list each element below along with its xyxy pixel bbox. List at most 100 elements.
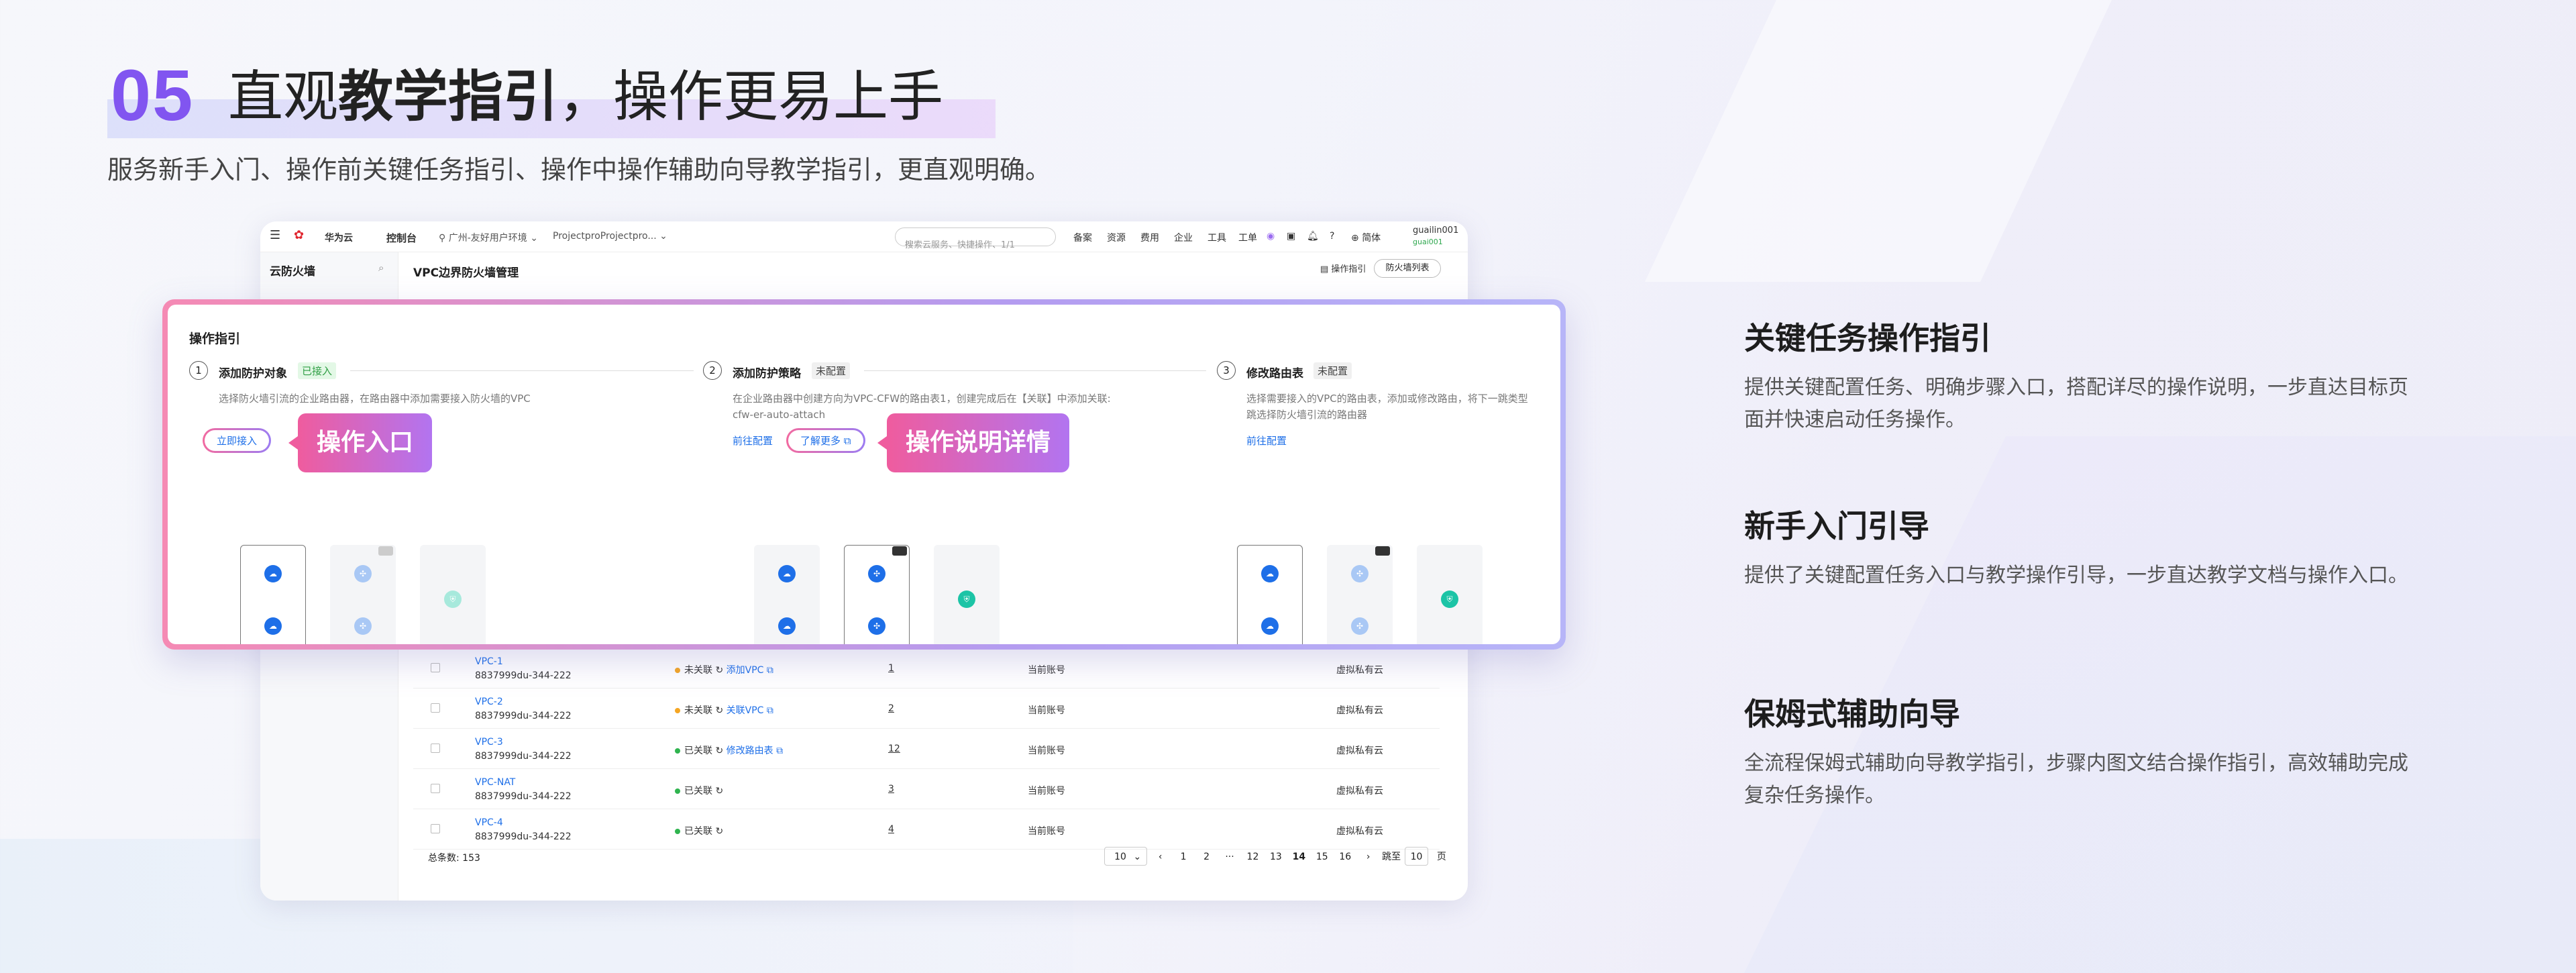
operation-guide-panel: 操作指引 1 添加防护对象 已接入 选择防火墙引流的企业路由器，在路由器中添加需… bbox=[168, 305, 1560, 644]
guide-step-2: 2 添加防护策略 未配置 在企业路由器中创建方向为VPC-CFW的路由表1，创建… bbox=[703, 361, 1220, 644]
type-cell: 虚拟私有云 bbox=[1336, 665, 1383, 676]
step-name: 添加防护对象 bbox=[219, 367, 287, 380]
status-cell: 已关联 ↻ bbox=[675, 784, 723, 797]
nav-item[interactable]: 备案 bbox=[1073, 231, 1092, 244]
refresh-icon[interactable]: ↻ bbox=[715, 665, 723, 676]
title-part: 直观 bbox=[228, 65, 339, 129]
page-link[interactable]: 15 bbox=[1312, 848, 1332, 866]
status-dot bbox=[675, 708, 680, 713]
menu-icon[interactable]: ☰ bbox=[270, 228, 280, 242]
vpc-id: 8837999du-344-222 bbox=[475, 831, 572, 842]
next-page-icon[interactable]: › bbox=[1358, 848, 1379, 866]
nav-item[interactable]: 费用 bbox=[1140, 231, 1159, 244]
jump-input[interactable]: 10 bbox=[1404, 847, 1429, 866]
console-link[interactable]: 控制台 bbox=[386, 231, 417, 245]
refresh-icon[interactable]: ↻ bbox=[715, 826, 723, 837]
row-checkbox[interactable] bbox=[431, 744, 440, 753]
count-cell[interactable]: 3 bbox=[888, 784, 894, 795]
status-label: 已关联 bbox=[684, 746, 712, 756]
page-link[interactable]: 16 bbox=[1335, 848, 1355, 866]
vpc-node-icon: ☁ bbox=[778, 617, 796, 635]
callout-entry: 操作入口 bbox=[288, 413, 433, 472]
refresh-icon[interactable]: ↻ bbox=[715, 786, 723, 797]
vpc-name-link[interactable]: VPC-NAT bbox=[475, 777, 515, 788]
row-checkbox[interactable] bbox=[431, 663, 440, 672]
status-cell: 未关联 ↻ 关联VPC ⧉ bbox=[675, 703, 773, 717]
page-link[interactable]: 13 bbox=[1266, 848, 1286, 866]
external-link-icon: ⧉ bbox=[766, 705, 773, 716]
configure-link[interactable]: 前往配置 bbox=[1246, 433, 1287, 448]
row-action-link[interactable]: 修改路由表 bbox=[727, 746, 773, 756]
page-title: 直观教学指引，操作更易上手 bbox=[228, 60, 943, 134]
vpc-name-link[interactable]: VPC-1 bbox=[475, 656, 503, 667]
user-name[interactable]: guailin001 bbox=[1413, 225, 1458, 236]
region-select[interactable]: ⚲ 广州-友好用户环境 ⌄ bbox=[439, 231, 538, 244]
feature-title: 关键任务操作指引 bbox=[1744, 320, 1991, 356]
count-cell[interactable]: 12 bbox=[888, 744, 900, 754]
project-select[interactable]: ProjectproProjectpro... ⌄ bbox=[553, 231, 667, 242]
account-cell: 当前账号 bbox=[1028, 746, 1065, 756]
feature-desc: 全流程保姆式辅助向导教学指引，步骤内图文结合操作指引，高效辅助完成复杂任务操作。 bbox=[1744, 752, 2408, 807]
step-description: 在企业路由器中创建方向为VPC-CFW的路由表1，创建完成后在【关联】中添加关联… bbox=[733, 393, 1111, 405]
refresh-icon[interactable]: ↻ bbox=[715, 746, 723, 756]
step-number: 3 bbox=[1217, 361, 1236, 380]
nav-item[interactable]: 资源 bbox=[1107, 231, 1126, 244]
jump-label: 跳至 bbox=[1382, 852, 1401, 862]
page-size-select[interactable]: 10 ⌄ bbox=[1104, 847, 1148, 866]
status-dot bbox=[675, 829, 680, 834]
vpc-name-link[interactable]: VPC-4 bbox=[475, 817, 503, 828]
cfw-node-icon: ⛨ bbox=[444, 591, 462, 608]
callout-details: 操作说明详情 bbox=[877, 413, 1070, 472]
status-label: 未关联 bbox=[684, 705, 712, 716]
page-link[interactable]: 12 bbox=[1242, 848, 1263, 866]
page-link[interactable]: 1 bbox=[1173, 848, 1193, 866]
lang-select[interactable]: ⊕ 简体 bbox=[1351, 231, 1381, 244]
vpc-name-link[interactable]: VPC-2 bbox=[475, 697, 503, 707]
page-subtitle: 服务新手入门、操作前关键任务指引、操作中操作辅助向导教学指引，更直观明确。 bbox=[107, 155, 1051, 185]
row-checkbox[interactable] bbox=[431, 824, 440, 833]
row-action-link[interactable]: 关联VPC bbox=[727, 705, 764, 716]
brand-label: 华为云 bbox=[325, 233, 353, 244]
status-dot bbox=[675, 668, 680, 673]
row-checkbox[interactable] bbox=[431, 703, 440, 713]
status-dot bbox=[675, 748, 680, 754]
op-guide-button[interactable]: ▤ 操作指引 bbox=[1320, 262, 1366, 274]
page-unit: 页 bbox=[1436, 852, 1446, 862]
page-ellipsis[interactable]: ··· bbox=[1220, 848, 1240, 866]
learn-more-button[interactable]: 了解更多 ⧉ bbox=[786, 428, 865, 453]
search-input[interactable]: ⌕ 搜索云服务、快捷操作、1/1 bbox=[895, 227, 1056, 250]
vpc-node-icon: ☁ bbox=[264, 565, 282, 582]
nav-item[interactable]: 工单 bbox=[1238, 231, 1257, 244]
learn-more-label: 了解更多 bbox=[800, 435, 841, 447]
bell-icon[interactable]: 🔔︎ bbox=[1307, 231, 1319, 242]
page-link-current[interactable]: 14 bbox=[1289, 848, 1309, 866]
help-icon[interactable]: ? bbox=[1330, 231, 1334, 242]
configure-link[interactable]: 前往配置 bbox=[733, 433, 773, 448]
refresh-icon[interactable]: ↻ bbox=[715, 705, 723, 716]
nav-item[interactable]: 企业 bbox=[1174, 231, 1193, 244]
sidebar-search-icon[interactable]: ⌕ bbox=[378, 262, 384, 274]
vpc-name-link[interactable]: VPC-3 bbox=[475, 737, 503, 748]
type-cell: 虚拟私有云 bbox=[1336, 786, 1383, 797]
count-cell[interactable]: 4 bbox=[888, 824, 894, 835]
count-cell[interactable]: 2 bbox=[888, 703, 894, 714]
row-action-link[interactable]: 添加VPC bbox=[727, 665, 764, 676]
feature-title: 保姆式辅助向导 bbox=[1744, 696, 1960, 732]
router-node-icon: ✣ bbox=[868, 565, 885, 582]
fw-list-button[interactable]: 防火墙列表 bbox=[1374, 259, 1441, 278]
connect-now-button[interactable]: 立即接入 bbox=[203, 428, 272, 453]
sms-icon[interactable]: ▣ bbox=[1287, 231, 1295, 242]
guide-title: 操作指引 bbox=[189, 331, 241, 346]
account-cell: 当前账号 bbox=[1028, 826, 1065, 837]
ai-icon[interactable]: ◉ bbox=[1267, 231, 1275, 242]
prev-page-icon[interactable]: ‹ bbox=[1150, 848, 1171, 866]
sidebar-title: 云防火墙 bbox=[270, 265, 315, 278]
page-link[interactable]: 2 bbox=[1197, 848, 1217, 866]
cfw-node-icon: ⛨ bbox=[1441, 591, 1458, 608]
title-bold: 教学指引 bbox=[338, 65, 559, 129]
count-cell[interactable]: 1 bbox=[888, 663, 894, 674]
row-checkbox[interactable] bbox=[431, 784, 440, 793]
external-link-icon: ⧉ bbox=[776, 746, 784, 756]
total-count: 总条数: 153 bbox=[428, 853, 480, 864]
nav-item[interactable]: 工具 bbox=[1208, 231, 1226, 244]
